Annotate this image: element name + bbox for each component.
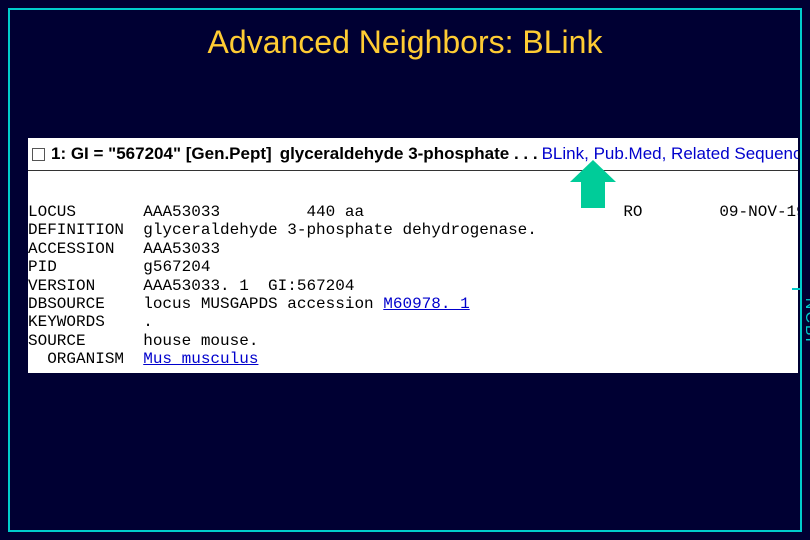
organism-link[interactable]: Mus musculus xyxy=(143,350,258,368)
field-accession-value: AAA53033 xyxy=(143,240,220,258)
field-locus-value: AAA53033 440 aa RO 09-NOV-1994 xyxy=(143,203,798,221)
field-pid-label: PID xyxy=(28,258,57,276)
field-dbsource-pre: locus MUSGAPDS accession xyxy=(143,295,383,313)
field-keywords-label: KEYWORDS xyxy=(28,313,105,331)
dbsource-link[interactable]: M60978. 1 xyxy=(383,295,469,313)
field-organism-label: ORGANISM xyxy=(28,350,124,368)
field-definition-value: glyceraldehyde 3-phosphate dehydrogenase… xyxy=(143,221,537,239)
field-keywords-value: . xyxy=(143,313,153,331)
slide-title: Advanced Neighbors: BLink xyxy=(0,24,810,61)
field-accession-label: ACCESSION xyxy=(28,240,114,258)
record-panel: 1: GI = "567204" [Gen.Pept] glyceraldehy… xyxy=(28,138,798,373)
field-pid-value: g567204 xyxy=(143,258,210,276)
header-desc: glyceraldehyde 3-phosphate . . . xyxy=(280,144,538,164)
field-locus-label: LOCUS xyxy=(28,203,76,221)
select-checkbox[interactable] xyxy=(32,148,45,161)
genpept-record: LOCUS AAA53033 440 aa RO 09-NOV-1994 DEF… xyxy=(28,171,798,373)
field-version-value: AAA53033. 1 GI:567204 xyxy=(143,277,354,295)
field-dbsource-label: DBSOURCE xyxy=(28,295,105,313)
header-prefix: 1: GI = "567204" [Gen.Pept] xyxy=(51,144,272,164)
record-header: 1: GI = "567204" [Gen.Pept] glyceraldehy… xyxy=(28,138,798,171)
arrow-up-icon xyxy=(570,160,616,208)
ncbi-label: NCBI xyxy=(801,298,810,344)
field-definition-label: DEFINITION xyxy=(28,221,124,239)
field-source-label: SOURCE xyxy=(28,332,86,350)
field-version-label: VERSION xyxy=(28,277,95,295)
field-source-value: house mouse. xyxy=(143,332,258,350)
ncbi-line-bottom xyxy=(800,398,802,528)
